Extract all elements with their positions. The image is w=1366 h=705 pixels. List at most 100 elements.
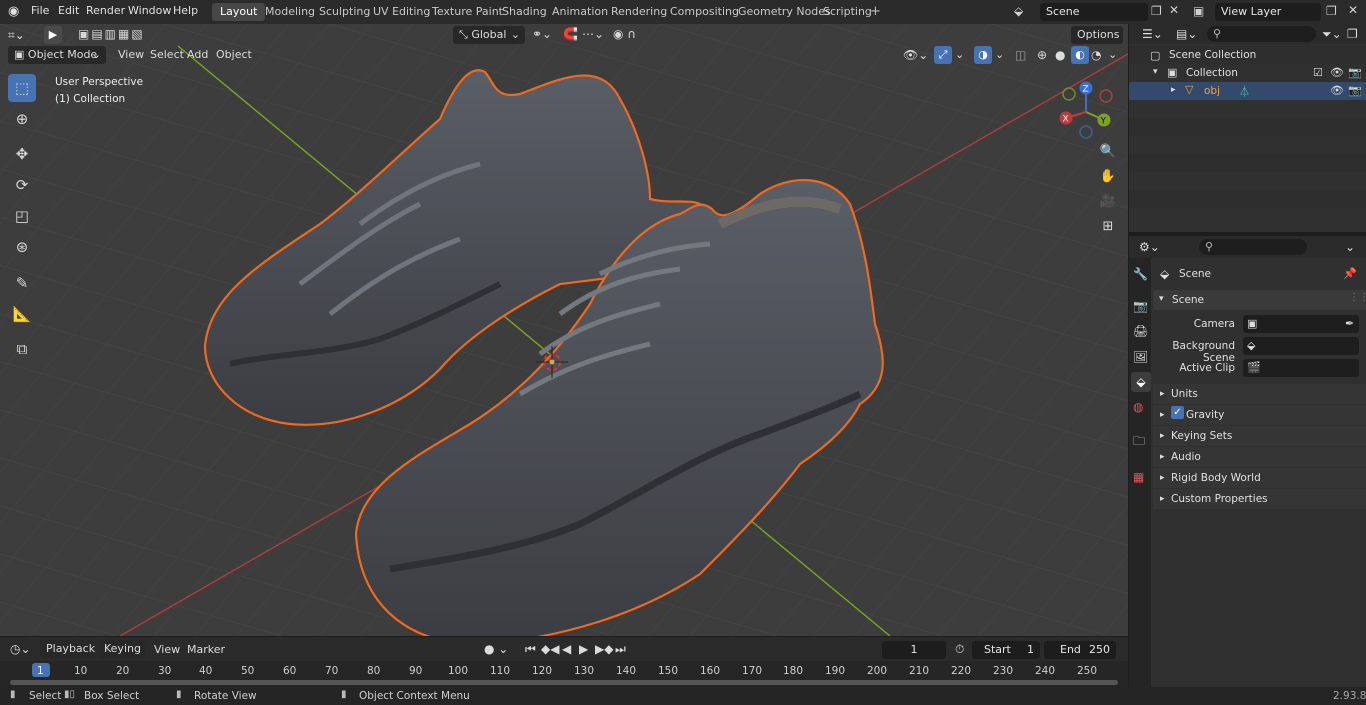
timeline-menu-view[interactable]: View [154,643,180,656]
overlays-toggle-icon[interactable]: ◑ [974,46,992,64]
viewport-menu-add[interactable]: Add [187,48,208,61]
collection-expand-icon[interactable]: ▾ [1153,67,1158,77]
timeline-editor-type-icon[interactable]: ◷⌄ [10,642,31,656]
exclude-checkbox-icon[interactable]: ☑ [1313,66,1323,79]
play-reverse-icon[interactable]: ◀ [562,642,571,656]
new-view-layer-icon[interactable]: ❐ [1326,4,1337,18]
delete-view-layer-icon[interactable]: ✕ [1348,3,1358,17]
menu-file[interactable]: File [31,4,49,17]
cursor-tool-icon[interactable]: ⊕ [8,105,36,133]
options-button[interactable]: Options ⌄ [1071,26,1123,54]
shading-material-icon[interactable]: ◐ [1071,46,1089,64]
properties-search-field[interactable] [1199,239,1307,255]
record-icon[interactable]: ● ⌄ [484,642,508,656]
visibility-filter-icon[interactable]: 👁⌄ [903,48,928,62]
new-collection-icon[interactable]: ❐ [1347,27,1358,41]
select-tool-icon[interactable]: ▶ [44,26,62,44]
gizmo-toggle-icon[interactable]: ⤢ [934,46,952,64]
delete-scene-icon[interactable]: ✕ [1169,3,1179,17]
current-frame-field[interactable]: 1 [882,641,946,659]
outliner-collection[interactable]: Collection [1186,67,1238,79]
eyedropper-icon[interactable]: ✒ [1345,317,1354,330]
pin-icon[interactable]: 📌 [1343,267,1357,280]
outliner-search-field[interactable] [1207,26,1316,42]
select-box-tool-icon[interactable]: ⬚ [8,74,36,102]
filter-icon[interactable]: ⏷⌄ [1322,27,1342,42]
pivot-point-icon[interactable]: ⚭⌄ [532,27,552,41]
play-icon[interactable]: ▶ [579,642,588,656]
blender-logo-icon[interactable]: ◉ [8,4,19,19]
gizmo-options-chevron-icon[interactable]: ⌄ [955,48,964,61]
display-mode-icon[interactable]: ▤⌄ [1176,27,1197,41]
start-frame-field[interactable]: Start 1 [972,641,1040,659]
overlays-options-chevron-icon[interactable]: ⌄ [995,48,1004,61]
object-render-camera-icon[interactable]: 📷 [1348,84,1362,97]
new-scene-icon[interactable]: ❐ [1151,4,1162,18]
output-tab-icon[interactable]: 🖨 [1133,324,1148,338]
measure-tool-icon[interactable]: 📐 [8,300,36,328]
snap-icon[interactable]: 🧲 [563,27,578,41]
transform-tool-icon[interactable]: ⊛ [8,233,36,261]
zoom-icon[interactable]: 🔍 [1097,140,1119,162]
camera-field[interactable] [1243,315,1359,333]
outliner-scene-collection[interactable]: Scene Collection [1169,49,1256,61]
timeline-menu-marker[interactable]: Marker [187,643,225,656]
shading-rendered-icon[interactable]: ◔ [1091,48,1101,62]
transform-orientation-selector[interactable]: ⤡ Global ⌄ [453,26,525,44]
xray-toggle-icon[interactable]: ◫ [1015,48,1026,62]
prev-keyframe-icon[interactable]: ◆◀ [541,642,559,656]
render-tab-icon[interactable]: 📷 [1133,299,1148,313]
texture-tab-icon[interactable]: ▦ [1133,470,1144,484]
keying-menu[interactable]: Keying⌄ [98,640,145,668]
rotate-tool-icon[interactable]: ⟳ [8,171,36,199]
scale-tool-icon[interactable]: ◰ [8,202,36,230]
viewport-menu-select[interactable]: Select [150,48,184,61]
view-layer-field[interactable]: View Layer [1215,3,1321,21]
mesh-data-icon[interactable]: ⏃ [1239,83,1250,99]
view-layer-icon[interactable]: ▣ [1193,4,1204,18]
move-tool-icon[interactable]: ✥ [8,140,36,168]
scene-selector-icon[interactable]: ⬙ [1014,4,1023,18]
menu-window[interactable]: Window [128,4,171,17]
outliner-editor-type-icon[interactable]: ☰⌄ [1142,27,1163,41]
select-mode-icons[interactable]: ▣▤▥▦▧ [78,27,145,41]
jump-end-icon[interactable]: ⏭ [615,642,626,657]
add-workspace-icon[interactable]: + [870,4,881,19]
view-layer-tab-icon[interactable]: 🖼 [1133,350,1148,364]
properties-editor-type-icon[interactable]: ⚙⌄ [1139,240,1160,254]
menu-render[interactable]: Render [86,4,125,17]
scene-name-field[interactable]: Scene [1040,3,1148,21]
properties-options-chevron-icon[interactable]: ⌄ [1345,240,1355,254]
gravity-panel-header[interactable] [1153,405,1366,425]
mode-selector[interactable]: ▣ Object Mode ⌄ [8,46,106,64]
3d-viewport[interactable]: ▣ Object Mode ⌄ View Select Add Object ⌗… [0,24,1128,636]
jump-start-icon[interactable]: ⏮ [525,642,536,657]
playback-menu[interactable]: Playback⌄ [40,640,95,668]
shading-wireframe-icon[interactable]: ⊕ [1037,48,1047,62]
collection-tab-icon[interactable]: 🗀 [1133,432,1145,453]
annotate-tool-icon[interactable]: ✎ [8,269,36,297]
world-tab-icon[interactable]: ◍ [1133,400,1143,414]
viewport-menu-object[interactable]: Object [216,48,252,61]
scene-tab-icon[interactable]: ⬙ [1131,372,1151,392]
viewport-menu-view[interactable]: View [118,48,144,61]
navigation-gizmo[interactable]: Z Y X [1056,80,1120,144]
stopwatch-icon[interactable]: ⏱ [955,642,964,657]
background-scene-field[interactable] [1243,337,1359,355]
grid-ortho-icon[interactable]: ⊞ [1097,215,1119,237]
camera-view-icon[interactable]: 🎥 [1097,190,1119,212]
end-frame-field[interactable]: End 250 [1044,641,1116,659]
render-camera-icon[interactable]: 📷 [1348,66,1362,79]
menu-help[interactable]: Help [173,4,198,17]
shading-options-chevron-icon[interactable]: ⌄ [1108,48,1117,61]
eye-icon[interactable]: 👁 [1330,66,1344,79]
add-cube-tool-icon[interactable]: ⧉ [8,335,36,363]
object-eye-icon[interactable]: 👁 [1330,84,1344,97]
tool-tab-icon[interactable]: 🔧 [1133,267,1148,281]
shading-solid-icon[interactable]: ● [1055,48,1065,62]
drag-handle-icon[interactable]: ⋮⋮ [1349,292,1366,303]
gravity-checkbox[interactable]: ✓ [1171,406,1184,419]
timeline-scrollbar[interactable] [10,680,1118,685]
outliner-object-name[interactable]: obj [1204,85,1220,97]
snap-target-icon[interactable]: ⋯⌄ [582,27,604,41]
